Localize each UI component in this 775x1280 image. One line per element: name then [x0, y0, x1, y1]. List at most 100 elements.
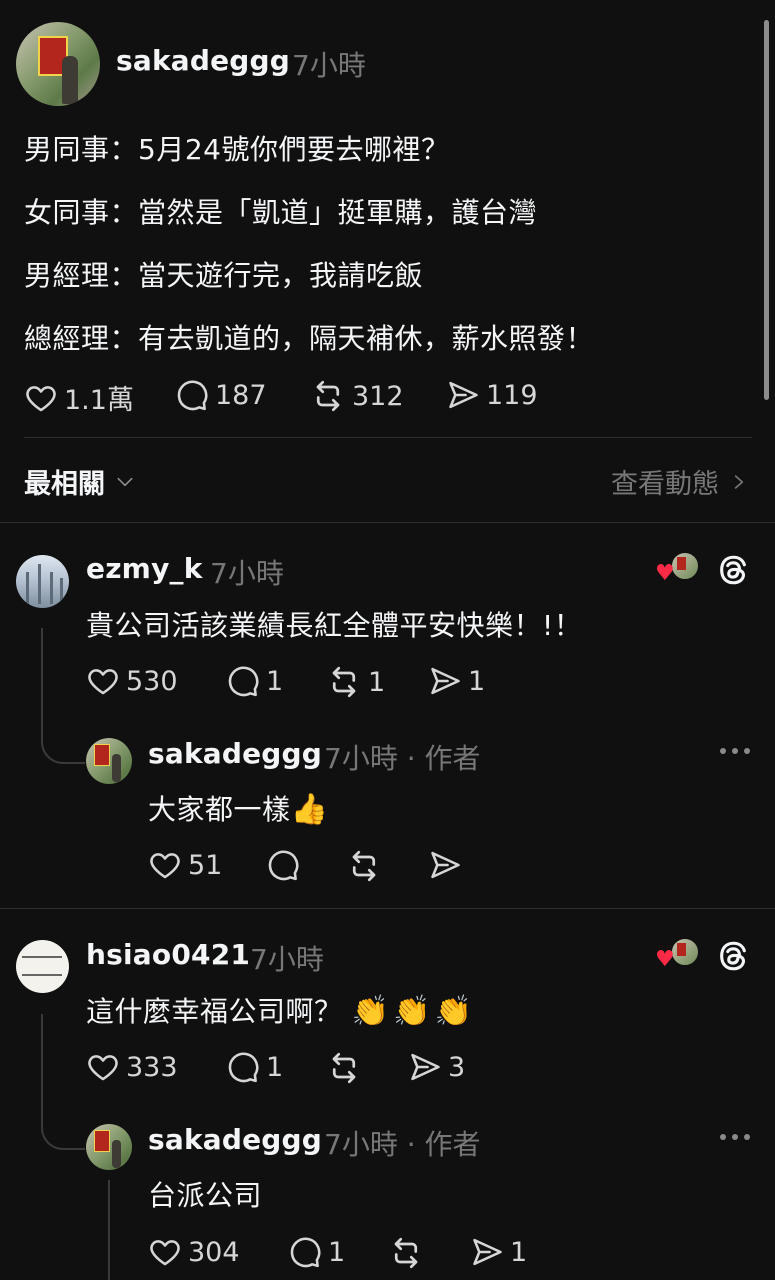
more-icon[interactable]: [720, 1134, 750, 1140]
divider: [0, 522, 775, 523]
share-icon: [428, 664, 462, 698]
comment-text-content: 這什麼幸福公司啊？: [86, 995, 343, 1028]
reply-button[interactable]: [266, 848, 300, 882]
repost-button[interactable]: [326, 1050, 362, 1086]
thread-line: [41, 628, 85, 764]
repost-icon: [346, 848, 382, 884]
share-icon: [408, 1050, 442, 1084]
repost-button[interactable]: [346, 848, 382, 884]
avatar[interactable]: [16, 22, 100, 106]
avatar-person: [112, 1140, 121, 1168]
post-time: 7小時: [292, 49, 366, 82]
avatar-sign: [94, 744, 110, 766]
share-button[interactable]: 1: [470, 1235, 527, 1269]
comment-username[interactable]: hsiao0421: [86, 938, 250, 971]
divider: [24, 437, 752, 438]
threads-logo-icon[interactable]: [716, 939, 750, 973]
repost-icon: [310, 378, 346, 414]
threads-logo-icon[interactable]: [716, 553, 750, 587]
avatar-tree: [26, 572, 29, 604]
view-activity-link[interactable]: 查看動態: [611, 462, 747, 501]
post-line-4: 總經理：有去凱道的，隔天補休，薪水照發！: [24, 322, 595, 355]
reply-button[interactable]: 1: [226, 664, 283, 698]
sort-label: 最相關: [24, 469, 105, 500]
comment-icon: [175, 378, 209, 412]
like-button[interactable]: 530: [86, 664, 178, 698]
reply-time-author: 7小時 · 作者: [324, 742, 481, 775]
reply-count: 1: [266, 665, 284, 697]
comment-username[interactable]: ezmy_k: [86, 552, 203, 585]
comment-text: 這什麼幸福公司啊？ 👏👏👏: [86, 990, 476, 1030]
post-line-3: 男經理：當天遊行完，我請吃飯: [24, 259, 424, 292]
share-count: 1: [510, 1236, 528, 1268]
like-button[interactable]: 1.1萬: [24, 378, 134, 417]
share-button[interactable]: 119: [446, 378, 538, 412]
repost-button[interactable]: 1: [326, 664, 385, 700]
sort-dropdown[interactable]: 最相關: [24, 462, 135, 501]
more-icon[interactable]: [720, 748, 750, 754]
clapping-emoji: 👏👏👏: [351, 994, 476, 1029]
repost-icon: [326, 1050, 362, 1086]
repost-count: 312: [352, 380, 404, 412]
reply-time-author: 7小時 · 作者: [324, 1128, 481, 1161]
heart-badge-icon: ♥: [655, 561, 675, 586]
avatar-tree: [60, 578, 63, 604]
chevron-down-icon: [117, 477, 133, 486]
like-button[interactable]: 304: [148, 1235, 240, 1269]
reply-username[interactable]: sakadeggg: [148, 737, 322, 770]
like-count: 530: [126, 665, 178, 697]
avatar[interactable]: [86, 1124, 132, 1170]
thread-line: [41, 1014, 85, 1150]
avatar[interactable]: [16, 940, 69, 993]
avatar-handwriting: [22, 956, 62, 976]
like-count: 304: [188, 1236, 240, 1268]
heart-icon: [148, 1235, 182, 1269]
avatar-tree: [50, 572, 53, 604]
reply-text: 大家都一樣👍: [148, 788, 328, 828]
repost-icon: [388, 1235, 424, 1271]
share-icon: [446, 378, 480, 412]
reply-username[interactable]: sakadeggg: [148, 1123, 322, 1156]
post-username[interactable]: sakadeggg: [116, 44, 290, 77]
reply-count: 1: [266, 1051, 284, 1083]
scrollbar[interactable]: [764, 20, 769, 400]
share-button[interactable]: 1: [428, 664, 485, 698]
comment-icon: [226, 664, 260, 698]
reply-button[interactable]: 187: [175, 378, 267, 412]
heart-icon: [86, 664, 120, 698]
avatar-person: [62, 56, 78, 104]
reply-text-content: 大家都一樣: [148, 793, 291, 826]
divider: [0, 908, 775, 909]
post-line-1: 男同事：5月24號你們要去哪裡？: [24, 133, 450, 166]
comment-icon: [288, 1235, 322, 1269]
comment-icon: [226, 1050, 260, 1084]
share-button[interactable]: [428, 848, 462, 882]
heart-icon: [148, 848, 182, 882]
reply-button[interactable]: 1: [288, 1235, 345, 1269]
comment-icon: [266, 848, 300, 882]
avatar-sign: [94, 1130, 110, 1152]
reply-text: 台派公司: [148, 1179, 263, 1212]
post-line-2: 女同事：當然是「凱道」挺軍購，護台灣: [24, 196, 538, 229]
like-button[interactable]: 51: [148, 848, 222, 882]
repost-icon: [326, 664, 362, 700]
repost-button[interactable]: 312: [310, 378, 404, 414]
chevron-right-icon: [734, 474, 744, 489]
reply-count: 1: [328, 1236, 346, 1268]
avatar-sign: [677, 943, 686, 956]
reply-button[interactable]: 1: [226, 1050, 283, 1084]
avatar-person: [112, 754, 121, 782]
avatar[interactable]: [86, 738, 132, 784]
repost-button[interactable]: [388, 1235, 424, 1271]
like-button[interactable]: 333: [86, 1050, 178, 1084]
share-button[interactable]: 3: [408, 1050, 465, 1084]
comment-text: 貴公司活該業績長紅全體平安快樂！!！: [86, 609, 583, 642]
heart-badge-icon: ♥: [655, 947, 675, 972]
like-count: 1.1萬: [64, 385, 134, 416]
share-icon: [470, 1235, 504, 1269]
avatar[interactable]: [16, 555, 69, 608]
share-count: 1: [468, 665, 486, 697]
like-count: 51: [188, 849, 223, 881]
like-count: 333: [126, 1051, 178, 1083]
share-count: 3: [448, 1051, 466, 1083]
